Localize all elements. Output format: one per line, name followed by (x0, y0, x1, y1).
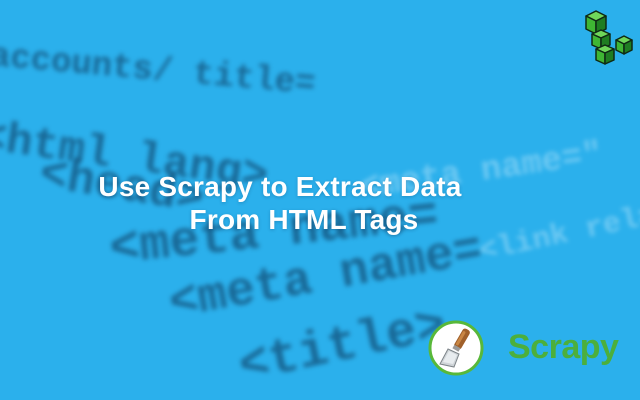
title-line-1: Use Scrapy to Extract Data (98, 171, 462, 202)
banner: accounts/ title= <html lang> <head> <met… (0, 0, 640, 400)
page-title: Use Scrapy to Extract Data From HTML Tag… (0, 170, 560, 236)
linode-logo (580, 6, 636, 70)
scrapy-wordmark: Scrapy (508, 328, 619, 366)
scrapy-logo-mark (428, 320, 484, 376)
cube-stack-icon (585, 10, 633, 65)
spatula-icon (428, 320, 484, 376)
code-line: accounts/ title= (0, 38, 317, 105)
title-line-2: From HTML Tags (189, 204, 419, 235)
